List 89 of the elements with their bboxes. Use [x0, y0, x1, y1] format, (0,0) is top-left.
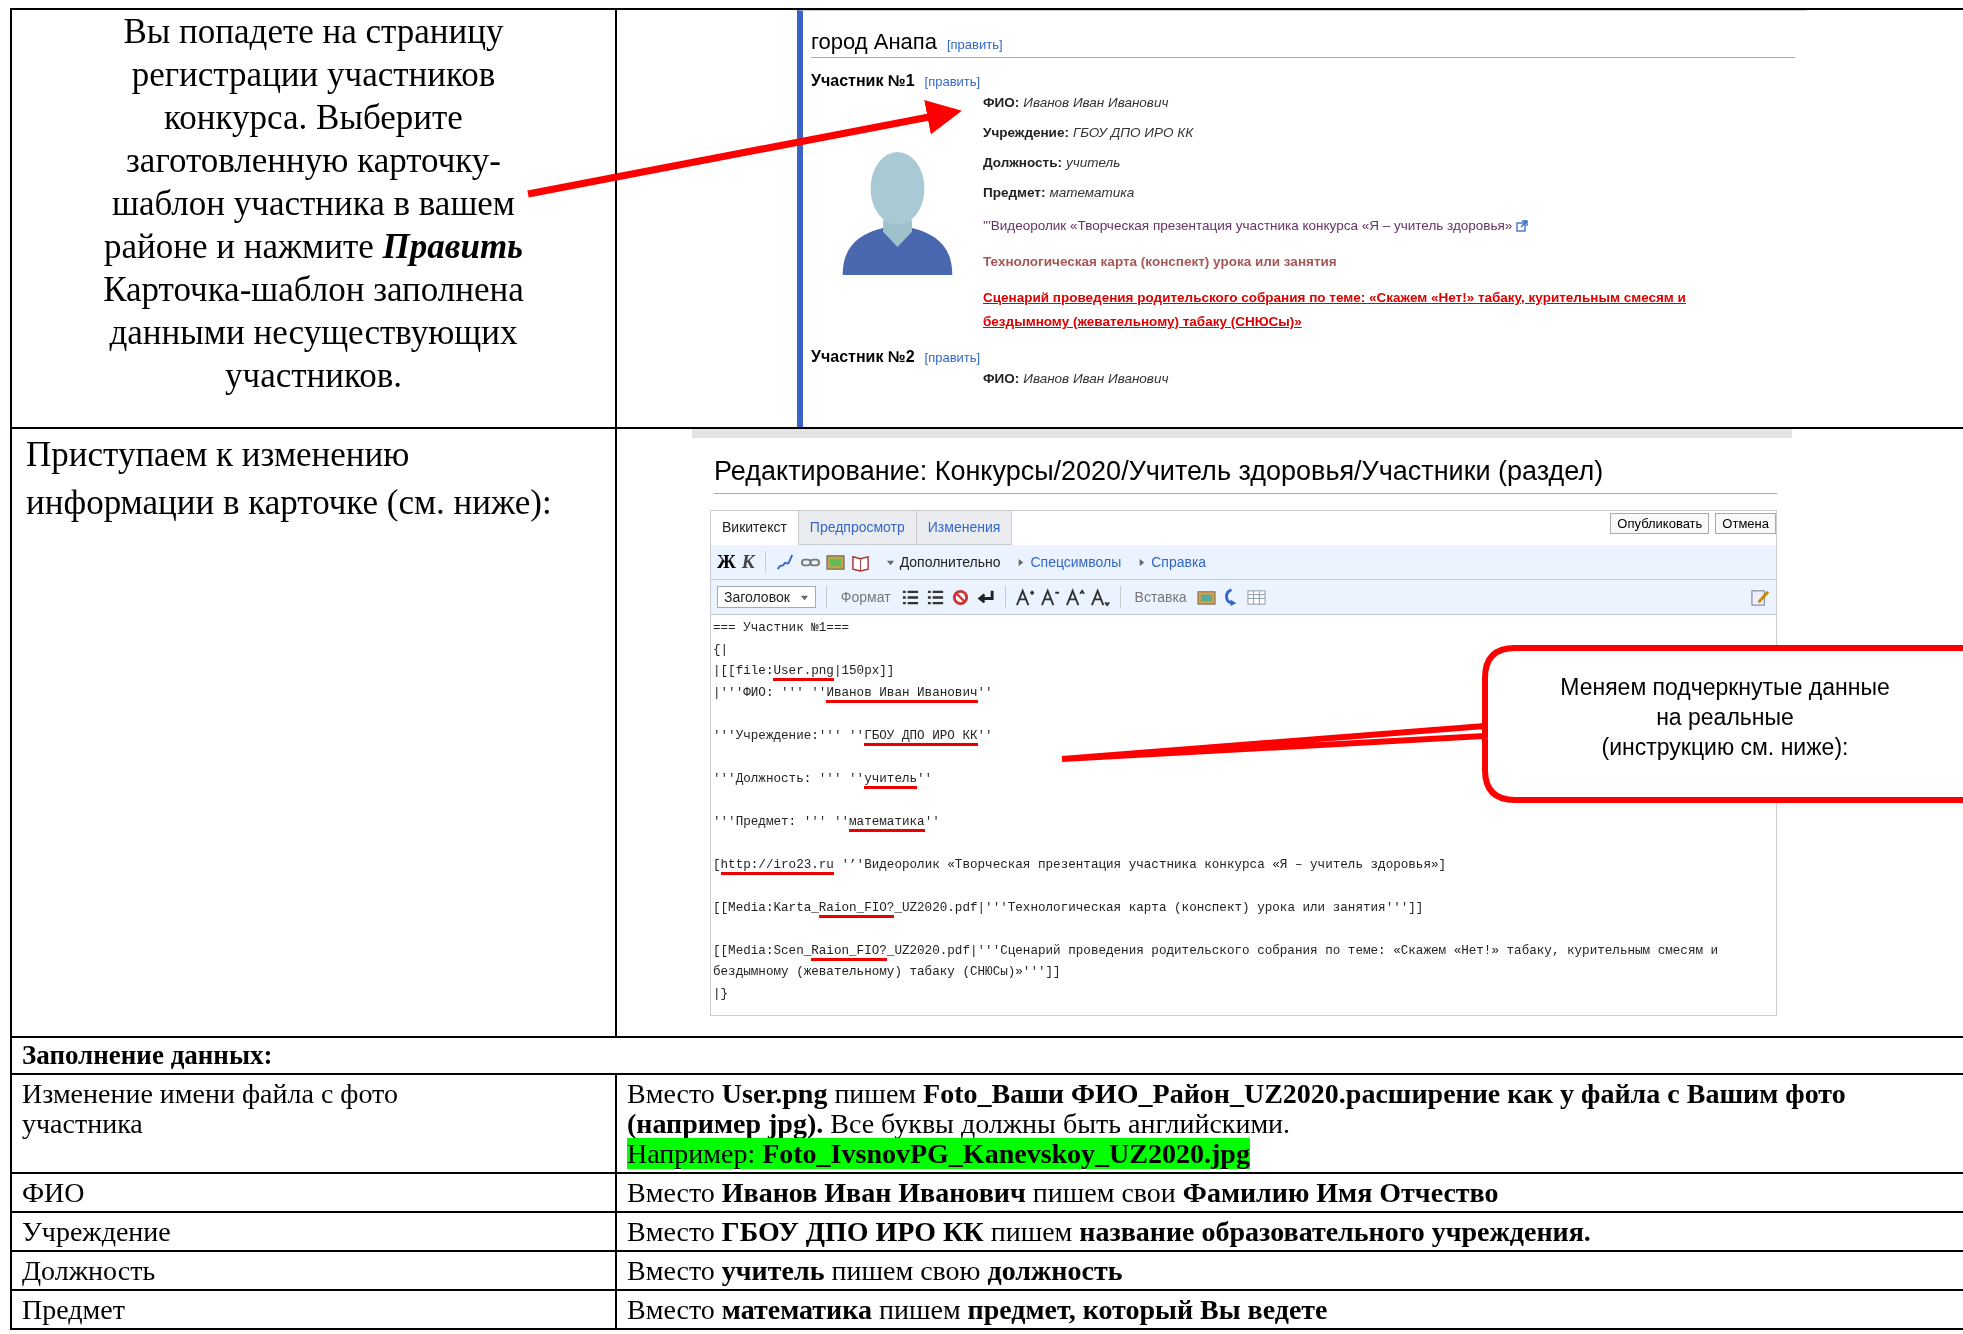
bold-button[interactable]: Ж [717, 551, 736, 573]
code-text: [ [713, 857, 721, 872]
toolbar-menu[interactable]: Дополнительно [885, 554, 1001, 570]
page-title: Редактирование: Конкурсы/2020/Учитель здоровья/Участники (раздел) [714, 456, 1777, 494]
superscript-icon[interactable] [1065, 587, 1085, 607]
image-icon[interactable] [825, 552, 845, 572]
table-cell-text: Вместо ГБОУ ДПО ИРО КК пишем название образовательного учреждения. [627, 1217, 1592, 1247]
table-cell-text: Вместо математика пишем предмет, который Вы ведете [627, 1295, 1329, 1325]
code-text: '’'Видеоролик «Творческая презентация участника конкурса «Я – учитель здоровья»] [840, 857, 1447, 872]
code-text: бездымному (жевательному) табаку (СНЮСы)»''']] [713, 965, 1061, 979]
heading-dropdown[interactable]: Заголовок [717, 586, 816, 608]
code-text: ГБОУ ДПО ИРО КК [864, 728, 978, 746]
subscript-icon[interactable] [1090, 587, 1110, 607]
code-text: '' [924, 814, 940, 829]
code-text: Иванов Иван Иванович [826, 685, 978, 703]
code-text: |150px]] [833, 664, 895, 678]
edit-link[interactable]: [править] [946, 37, 1003, 52]
code-text: математика [849, 814, 925, 832]
field-label: Должность: [983, 154, 1062, 172]
code-text: '''Учреждение:''' '' [713, 728, 865, 743]
table-cell: ФИО [12, 1174, 617, 1211]
code-text: '''Должность: ''' '' [713, 771, 865, 786]
code-text: _UZ2020.pdf|'''Сценарий проведения родительского собрания по теме: «Скажем «Нет!» табаку, курительным смесям и [886, 943, 1719, 958]
instruction-text: Приступаем к изменению информации в карточке (см. ниже): [26, 434, 553, 524]
code-text: [[Media:Karta_ [713, 900, 819, 915]
table-heading: Заполнение данных: [12, 1038, 1963, 1075]
table-cell: Должность [12, 1252, 617, 1289]
code-text: '' [977, 728, 993, 743]
caret-icon [1137, 557, 1147, 567]
italic-button[interactable]: К [741, 551, 755, 573]
field-label: Учреждение: [983, 124, 1069, 142]
toolbar-menu[interactable]: Справка [1137, 554, 1207, 570]
big-text-icon[interactable] [1015, 587, 1035, 607]
code-text: User.png [773, 664, 834, 681]
field-label: Предмет: [983, 184, 1046, 202]
code-text: учитель [864, 771, 918, 789]
table-cell-text: Вместо User.png пишем Foto_Ваши ФИО_Район_UZ2020.расширение как у файла с Вашим фото (например jpg). Все буквы должны быть английскими. [627, 1079, 1847, 1139]
group-label: Формат [840, 589, 891, 605]
toolbar-menu[interactable]: Спецсимволы [1016, 554, 1122, 570]
table-icon[interactable] [1246, 587, 1266, 607]
group-label: Вставка [1134, 589, 1187, 605]
document-link[interactable]: '''Видеоролик «Творческая презентация участника конкурса «Я – учитель здоровья» [983, 214, 1513, 238]
example-text: Например: Foto_IvsnovPG_Kanevskoy_UZ2020.jpg [627, 1138, 1250, 1169]
table-cell: Учреждение [12, 1213, 617, 1250]
code-text: |'''ФИО: ''' '' [713, 685, 827, 700]
code-text: {| [713, 642, 729, 657]
code-text: |} [713, 986, 729, 1001]
small-text-icon[interactable] [1040, 587, 1060, 607]
edit-link[interactable]: [править] [924, 74, 981, 89]
field-value: Иванов Иван Иванович [1023, 370, 1169, 388]
signature-icon[interactable] [775, 552, 795, 572]
edit-link[interactable]: [править] [924, 350, 981, 365]
callout-text: (инструкцию см. ниже): [1600, 733, 1850, 762]
participant-heading: Участник №2 [811, 348, 915, 366]
document-link[interactable]: Технологическая карта (конспект) урока или занятия [983, 250, 1337, 274]
code-text: http://iro23.ru [720, 857, 834, 875]
participant-heading: Участник №1 [811, 72, 915, 90]
editor-tab[interactable]: Изменения [916, 511, 1013, 545]
external-link-icon [1516, 220, 1529, 232]
table-cell-text: Вместо Иванов Иван Иванович пишем свои Фамилию Имя Отчество [627, 1178, 1500, 1208]
table-cell: Изменение имени файла с фото участника [12, 1075, 617, 1172]
code-text: '' [977, 685, 993, 700]
field-value: математика [1049, 184, 1135, 202]
code-text: Raion_FIO? [818, 900, 895, 918]
field-value: учитель [1066, 154, 1121, 172]
code-text: [[Media:Scen_ [713, 943, 812, 958]
editor-tab[interactable]: Предпросмотр [798, 511, 917, 545]
action-button[interactable]: Отмена [1715, 513, 1776, 534]
caret-icon [1016, 557, 1026, 567]
field-value: ГБОУ ДПО ИРО КК [1072, 124, 1194, 142]
table-cell-text: Вместо учитель пишем свою должность [627, 1256, 1124, 1286]
edit-pencil-icon[interactable] [1751, 587, 1770, 607]
callout-text: Меняем подчеркнутые данные на реальные [1560, 673, 1890, 732]
action-button[interactable]: Опубликовать [1610, 513, 1710, 534]
field-label: ФИО: [983, 370, 1020, 388]
instruction-text: Вы попадете на страницу регистрации участников конкурса. Выберите заготовленную карточку-шаблон участника в вашем районе и нажмите Править [102, 11, 525, 268]
no-wiki-icon[interactable] [950, 587, 970, 607]
code-text: |[[file: [713, 664, 774, 678]
table-cell: Предмет [12, 1291, 617, 1328]
code-text: '''Предмет: ''' '' [713, 814, 850, 829]
code-text: Raion_FIO? [811, 943, 887, 961]
code-text: '' [917, 771, 933, 786]
code-text: _UZ2020.pdf|'''Технологическая карта (конспект) урока или занятия''']] [894, 900, 1424, 915]
section-heading: город Анапа [811, 29, 937, 55]
document-link[interactable]: Сценарий проведения родительского собрания по теме: «Скажем «Нет!» табаку, курительным смесям и бездымному (жевательному) табаку (СНЮСы)» [983, 286, 1743, 334]
instruction-text: Карточка-шаблон заполнена данными несуществующих участников. [102, 269, 525, 397]
field-value: Иванов Иван Иванович [1023, 94, 1169, 112]
code-text: === Участник №1=== [713, 621, 850, 635]
field-label: ФИО: [983, 94, 1020, 112]
